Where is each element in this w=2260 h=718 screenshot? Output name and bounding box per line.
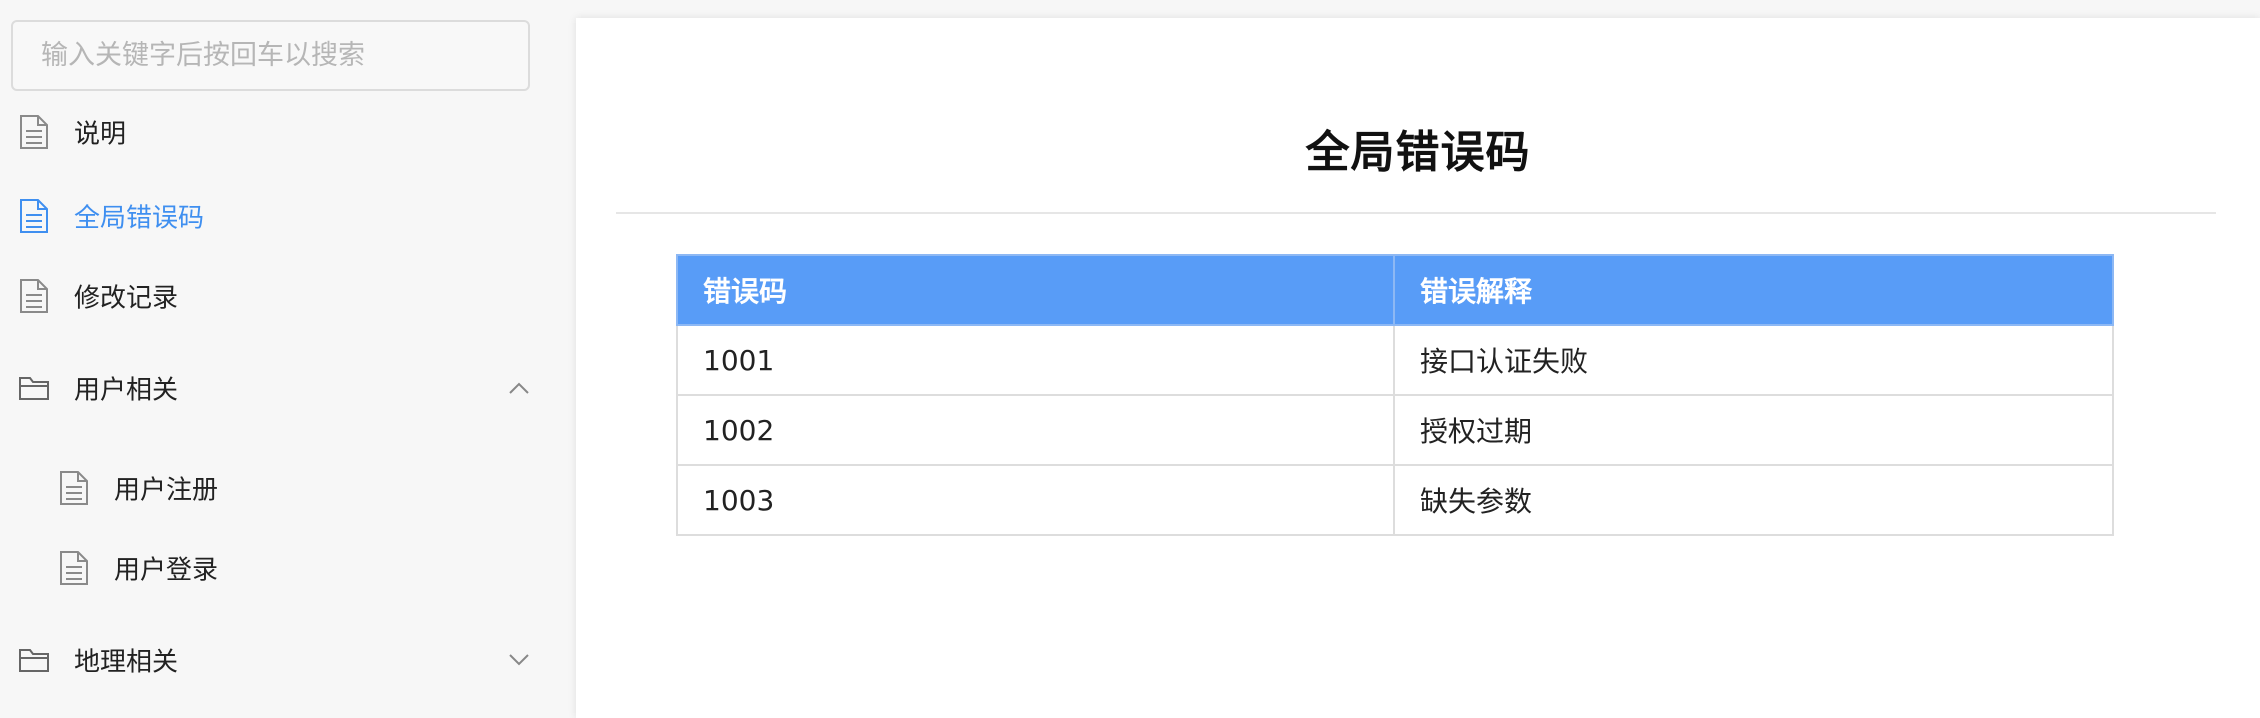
document-icon [20,199,48,233]
error-description-cell: 接口认证失败 [1393,324,2114,396]
search-input[interactable] [11,20,530,91]
sidebar-item-label: 地理相关 [74,647,179,678]
document-icon [20,115,48,149]
sidebar-item-user-login[interactable]: 用户登录 [0,538,556,598]
sidebar-item-label: 用户相关 [74,375,179,406]
sidebar-item-label: 用户注册 [114,475,219,506]
sidebar-item-label: 用户登录 [114,555,219,586]
content-card: 全局错误码 错误码 错误解释 1001 接口认证失败 1002 授权过期 100… [576,18,2260,718]
error-code-cell: 1001 [676,324,1395,396]
sidebar: 说明 全局错误码 修改记录 用户相关 [0,0,556,696]
folder-icon [19,377,49,400]
document-icon [20,279,48,313]
error-code-cell: 1002 [676,394,1395,466]
sidebar-item-changelog[interactable]: 修改记录 [0,266,556,326]
divider [616,212,2216,214]
document-icon [60,551,88,585]
page-title: 全局错误码 [1305,127,1531,178]
document-icon [60,471,88,505]
sidebar-item-label: 修改记录 [74,283,179,314]
error-code-table: 错误码 错误解释 1001 接口认证失败 1002 授权过期 1003 缺失参数 [676,254,2114,536]
table-row: 1002 授权过期 [676,394,2114,466]
chevron-down-icon[interactable] [508,653,530,667]
sidebar-item-label: 说明 [74,119,127,150]
sidebar-item-intro[interactable]: 说明 [0,102,556,162]
table-header-row: 错误码 错误解释 [676,254,2114,326]
chevron-up-icon[interactable] [508,381,530,395]
sidebar-folder-geo[interactable]: 地理相关 [0,630,556,690]
folder-icon [19,649,49,672]
sidebar-item-label: 全局错误码 [74,203,205,234]
table-row: 1003 缺失参数 [676,464,2114,536]
sidebar-item-user-register[interactable]: 用户注册 [0,458,556,518]
sidebar-folder-user[interactable]: 用户相关 [0,358,556,418]
table-row: 1001 接口认证失败 [676,324,2114,396]
column-header-code: 错误码 [676,254,1395,326]
column-header-description: 错误解释 [1393,254,2114,326]
error-code-cell: 1003 [676,464,1395,536]
sidebar-item-error-codes[interactable]: 全局错误码 [0,186,556,246]
error-description-cell: 缺失参数 [1393,464,2114,536]
error-description-cell: 授权过期 [1393,394,2114,466]
